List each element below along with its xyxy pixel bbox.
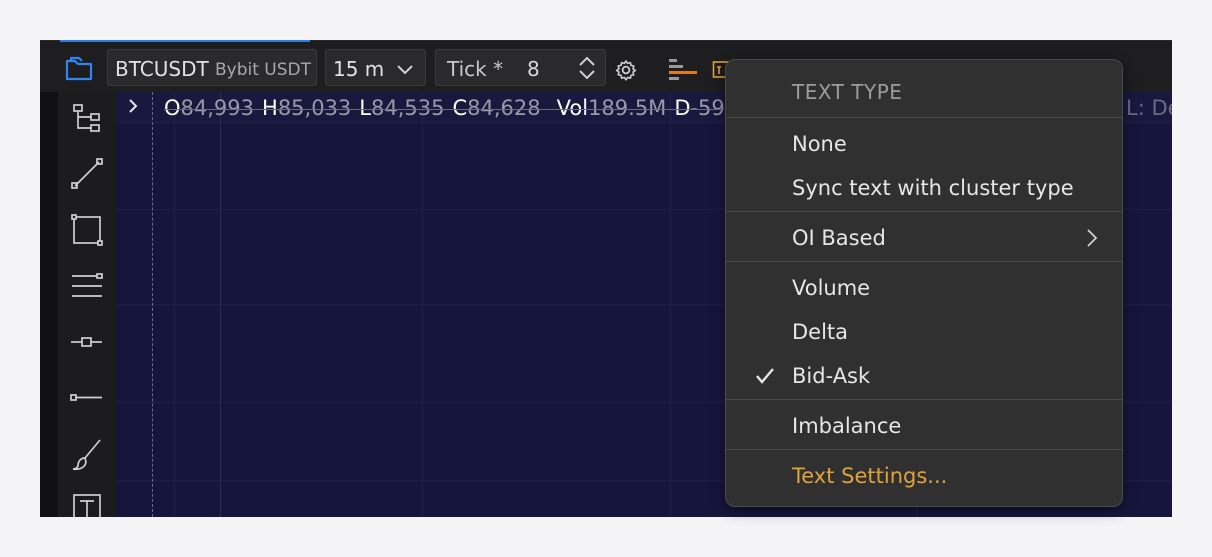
folder-icon[interactable] <box>64 55 96 83</box>
time-cursor-line <box>152 92 153 517</box>
menu-item-label: OI Based <box>792 226 886 250</box>
timeframe-value: 15 m <box>333 57 385 81</box>
menu-item-label: Volume <box>792 276 871 300</box>
low-label: L <box>359 96 371 120</box>
menu-separator <box>726 211 1122 212</box>
drawing-tools-panel <box>58 92 116 517</box>
menu-separator <box>726 449 1122 450</box>
menu-item-bid-ask[interactable]: Bid-Ask <box>726 356 1122 396</box>
horizontal-ray-icon[interactable] <box>69 324 105 360</box>
ohlc-strike-line <box>164 109 724 110</box>
fib-lines-icon[interactable] <box>69 268 105 304</box>
text-tool-icon[interactable] <box>69 490 105 517</box>
grid-line <box>220 92 221 517</box>
symbol-selector[interactable]: BTCUSDT Bybit USDT <box>107 49 317 86</box>
menu-item-label: Text Settings... <box>792 464 948 488</box>
menu-item-label: Sync text with cluster type <box>792 176 1074 200</box>
grid-line <box>422 92 423 517</box>
gear-icon[interactable] <box>615 59 637 81</box>
volume-value: 189.5M <box>588 96 667 120</box>
menu-item-text-settings[interactable]: Text Settings... <box>726 456 1122 496</box>
tick-selector[interactable]: Tick * 8 <box>435 49 606 86</box>
tick-label: Tick * <box>447 57 504 81</box>
grid-line <box>670 92 671 517</box>
checkmark-icon <box>754 366 776 386</box>
menu-item-label: Delta <box>792 320 849 344</box>
text-type-menu: TEXT TYPE None Sync text with cluster ty… <box>725 59 1123 507</box>
menu-item-oi-based[interactable]: OI Based <box>726 218 1122 258</box>
symbol-name: BTCUSDT <box>115 57 209 81</box>
stepper-icon[interactable] <box>576 55 598 81</box>
menu-item-sync-text[interactable]: Sync text with cluster type <box>726 168 1122 208</box>
menu-separator <box>726 117 1122 118</box>
menu-item-volume[interactable]: Volume <box>726 268 1122 308</box>
close-value: 84,628 <box>467 96 541 120</box>
tree-icon[interactable] <box>69 100 105 136</box>
tick-value: 8 <box>527 57 540 81</box>
open-label: O <box>164 96 181 120</box>
exchange-name: Bybit USDT <box>215 60 312 80</box>
volume-label: Vol <box>556 96 589 120</box>
menu-item-delta[interactable]: Delta <box>726 312 1122 352</box>
menu-item-label: None <box>792 132 847 156</box>
menu-item-imbalance[interactable]: Imbalance <box>726 406 1122 446</box>
bars-icon[interactable] <box>668 57 698 81</box>
menu-separator <box>726 261 1122 262</box>
menu-item-label: Imbalance <box>792 414 902 438</box>
chevron-down-icon <box>396 61 414 75</box>
window-top-border <box>40 40 1172 42</box>
rectangle-icon[interactable] <box>69 212 105 248</box>
high-label: H <box>262 96 278 120</box>
ray-icon[interactable] <box>69 380 105 416</box>
ohlc-readout: O84,993 H85,033 L84,535 C84,628 Vol189.5M D-5… <box>164 96 743 120</box>
chevron-right-icon <box>1086 228 1098 248</box>
delta-label: D <box>674 96 691 120</box>
menu-item-none[interactable]: None <box>726 124 1122 164</box>
brush-icon[interactable] <box>69 436 105 472</box>
left-edge-bar <box>40 92 58 517</box>
timeframe-selector[interactable]: 15 m <box>325 49 426 86</box>
high-value: 85,033 <box>277 96 352 120</box>
menu-separator <box>726 399 1122 400</box>
trend-line-icon[interactable] <box>69 156 105 192</box>
close-label: C <box>452 96 468 120</box>
low-value: 84,535 <box>371 96 445 120</box>
menu-header: TEXT TYPE <box>792 80 903 104</box>
grid-line <box>174 92 175 517</box>
open-value: 84,993 <box>180 96 255 120</box>
chart-right-label: L: De <box>1126 96 1172 120</box>
menu-item-label: Bid-Ask <box>792 364 871 388</box>
chevron-right-icon[interactable] <box>126 97 140 115</box>
